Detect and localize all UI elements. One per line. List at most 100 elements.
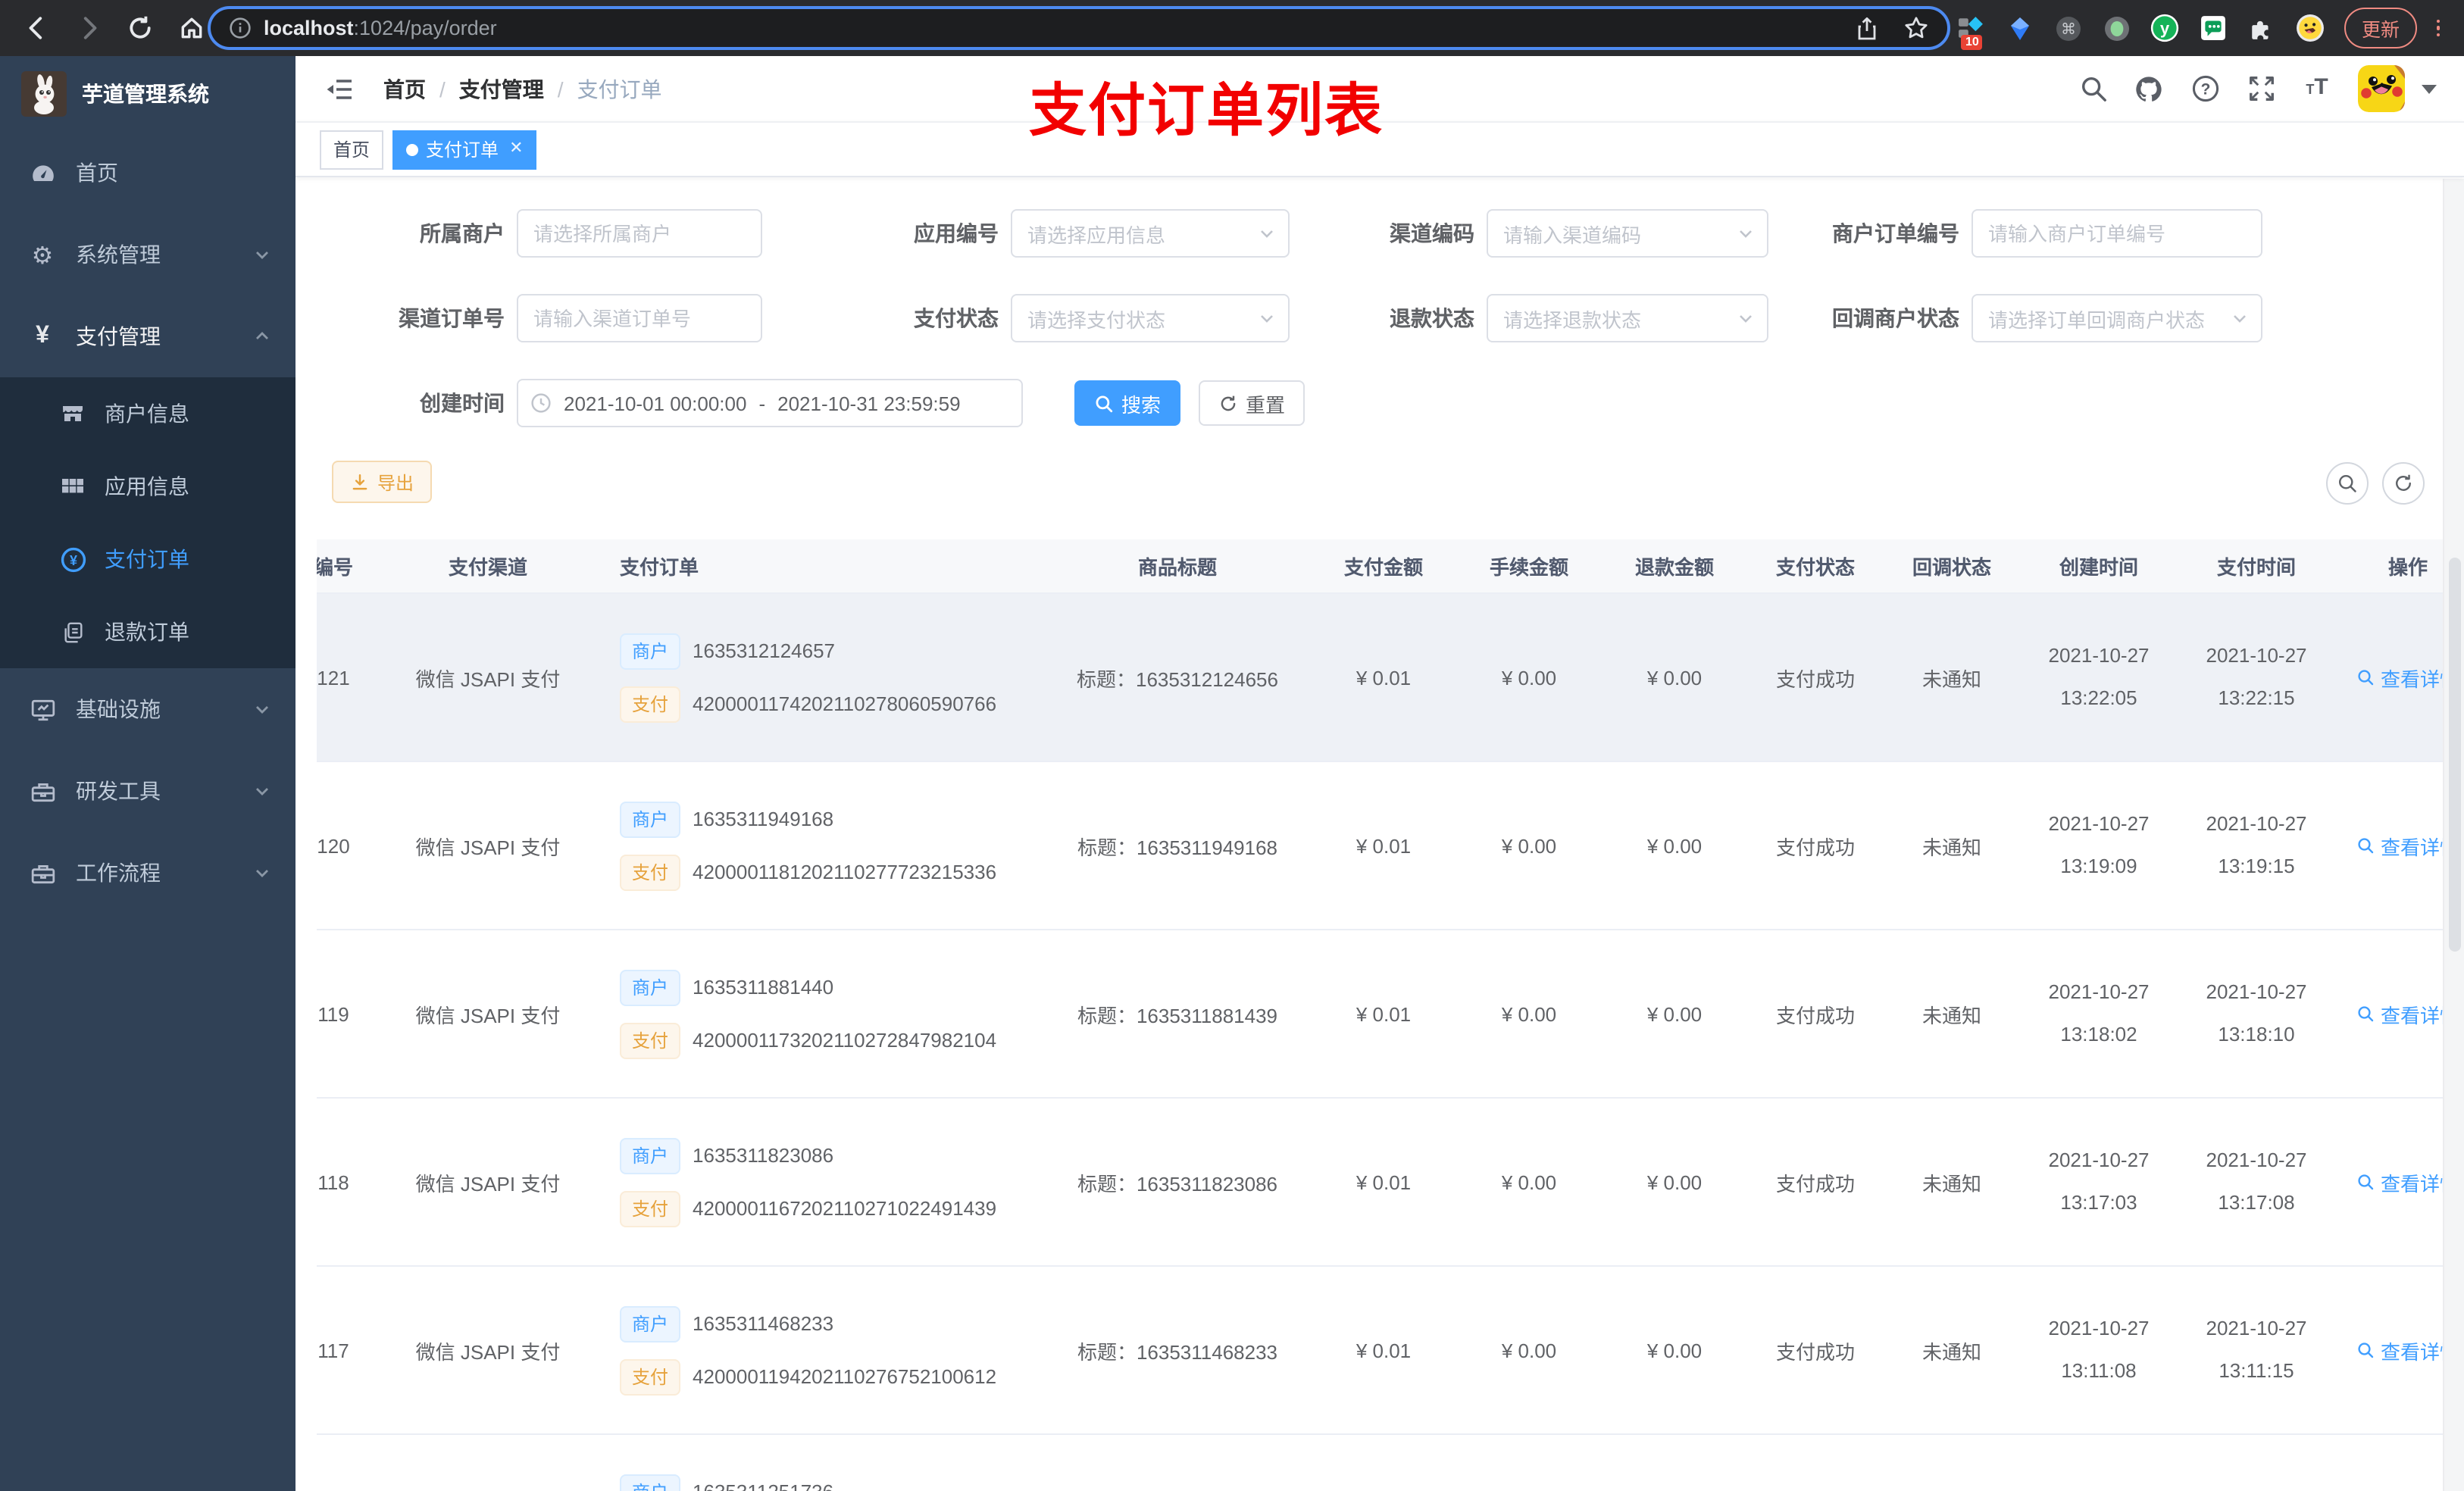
navbar-actions: ? TT — [2078, 65, 2437, 112]
sidebar-item-label: 商户信息 — [105, 402, 189, 426]
extension-command-icon[interactable]: ⌘ — [2054, 14, 2083, 42]
cell-id — [317, 1435, 386, 1491]
channel-order-no-input[interactable] — [517, 294, 762, 342]
sidebar-item-workflow[interactable]: 工作流程 — [0, 832, 295, 914]
table-row[interactable]: 118 微信 JSAPI 支付 商户 1635311823086 支付 4200… — [317, 1099, 2443, 1267]
merchant-select[interactable] — [517, 209, 762, 258]
sidebar-item-refund-order[interactable]: 退款订单 — [0, 595, 295, 668]
github-icon[interactable] — [2134, 73, 2164, 104]
sidebar-item-system[interactable]: ⚙ 系统管理 — [0, 214, 295, 295]
browser-menu-icon[interactable] — [2436, 19, 2440, 37]
app-title: 芋道管理系统 — [82, 82, 209, 106]
col-header-id: 编号 — [317, 556, 353, 579]
extensions-puzzle-icon[interactable] — [2248, 14, 2277, 42]
browser-forward-icon[interactable] — [73, 13, 103, 43]
app-window: localhost:1024/pay/order 10 ⌘ y 更新 芋道管理系… — [0, 0, 2464, 1491]
sidebar-item-merchant-info[interactable]: 商户信息 — [0, 377, 295, 450]
show-search-toggle-button[interactable] — [2326, 462, 2369, 505]
breadcrumb-payment[interactable]: 支付管理 — [459, 73, 544, 104]
app-select[interactable]: 请选择应用信息 — [1011, 209, 1290, 258]
font-size-icon[interactable]: TT — [2302, 73, 2332, 104]
table-row[interactable]: 117 微信 JSAPI 支付 商户 1635311468233 支付 4200… — [317, 1267, 2443, 1435]
table-toolbar: 导出 — [332, 461, 433, 503]
bookmark-star-icon[interactable] — [1903, 15, 1929, 41]
sidebar-item-label: 研发工具 — [76, 779, 161, 803]
sidebar-item-infra[interactable]: 基础设施 — [0, 668, 295, 750]
site-info-icon[interactable] — [229, 17, 252, 39]
extension-chat-icon[interactable] — [2200, 14, 2228, 42]
scrollbar-thumb[interactable] — [2448, 558, 2460, 952]
table-row[interactable]: 121 微信 JSAPI 支付 商户 1635312124657 支付 4200… — [317, 594, 2443, 762]
cell-channel: 微信 JSAPI 支付 — [415, 1172, 561, 1195]
view-detail-link[interactable]: 查看详情 — [2356, 999, 2443, 1028]
cell-order: 商户 1635312124657 支付 42000011742021102780… — [589, 594, 1044, 761]
create-date: 2021-10-27 — [2048, 980, 2150, 1003]
fullscreen-icon[interactable] — [2246, 73, 2276, 104]
sidebar-item-home[interactable]: 首页 — [0, 132, 295, 214]
app-logo-row[interactable]: 芋道管理系统 — [0, 56, 295, 132]
refresh-table-button[interactable] — [2382, 462, 2425, 505]
merchant-tag: 商户 — [620, 633, 681, 669]
search-button[interactable]: 搜索 — [1074, 380, 1181, 426]
reset-button[interactable]: 重置 — [1199, 380, 1305, 426]
table-body: 121 微信 JSAPI 支付 商户 1635312124657 支付 4200… — [317, 594, 2443, 1491]
callback-status-select[interactable]: 请选择订单回调商户状态 — [1972, 294, 2262, 342]
sidebar-item-devtools[interactable]: 研发工具 — [0, 750, 295, 832]
pay-status-select[interactable]: 请选择支付状态 — [1011, 294, 1290, 342]
view-detail-link[interactable]: 查看详情 — [2356, 663, 2443, 692]
extension-kite-icon[interactable] — [2006, 14, 2034, 42]
breadcrumb-separator: / — [439, 77, 446, 101]
url-bar[interactable]: localhost:1024/pay/order — [208, 6, 1950, 50]
view-detail-link[interactable]: 查看详情 — [2356, 831, 2443, 860]
create-time-range-picker[interactable]: 2021-10-01 00:00:00 - 2021-10-31 23:59:5… — [517, 379, 1023, 427]
share-icon[interactable] — [1855, 16, 1879, 40]
cell-fee: ¥ 0.00 — [1501, 834, 1557, 857]
extension-recorder-icon[interactable] — [2103, 14, 2131, 42]
cell-actions: 查看详情 — [2335, 1099, 2443, 1265]
refund-status-select[interactable]: 请选择退款状态 — [1487, 294, 1768, 342]
sidebar-item-app-info[interactable]: 应用信息 — [0, 450, 295, 523]
breadcrumb-home[interactable]: 首页 — [383, 73, 426, 104]
extension-tabs-icon[interactable]: 10 — [1957, 14, 1986, 50]
page-scrollbar[interactable] — [2443, 179, 2464, 1491]
col-header-refund: 退款金额 — [1634, 556, 1714, 579]
browser-home-icon[interactable] — [176, 13, 206, 43]
extension-yuque-icon[interactable]: y — [2151, 14, 2180, 42]
url-host: localhost — [264, 17, 354, 39]
table-row[interactable]: 119 微信 JSAPI 支付 商户 1635311881440 支付 4200… — [317, 930, 2443, 1099]
create-date: 2021-10-27 — [2048, 644, 2150, 667]
merchant-order-line: 商户 1635312124657 — [620, 631, 996, 670]
profile-emoji-icon[interactable] — [2297, 14, 2325, 42]
sidebar-item-payment[interactable]: ¥ 支付管理 — [0, 295, 295, 377]
tag-tab-pay-order[interactable]: 支付订单 ✕ — [392, 130, 537, 169]
close-icon[interactable]: ✕ — [506, 140, 523, 158]
documents-icon — [59, 618, 86, 645]
yen-icon: ¥ — [36, 323, 49, 349]
channel-code-select[interactable]: 请输入渠道编码 — [1487, 209, 1768, 258]
col-header-create-time: 创建时间 — [2059, 556, 2138, 579]
browser-back-icon[interactable] — [21, 13, 52, 43]
merchant-order-no-input[interactable] — [1972, 209, 2262, 258]
view-detail-link[interactable]: 查看详情 — [2356, 1167, 2443, 1196]
table-row[interactable]: 120 微信 JSAPI 支付 商户 1635311949168 支付 4200… — [317, 762, 2443, 930]
export-button[interactable]: 导出 — [332, 461, 433, 503]
tag-tab-home[interactable]: 首页 — [320, 130, 384, 169]
sidebar-item-pay-order[interactable]: ¥ 支付订单 — [0, 523, 295, 595]
cell-title — [1044, 1435, 1311, 1491]
pay-tag: 支付 — [620, 1022, 681, 1058]
browser-update-button[interactable]: 更新 — [2344, 8, 2416, 48]
gear-icon: ⚙ — [31, 240, 54, 269]
col-header-pay-time: 支付时间 — [2216, 556, 2296, 579]
cell-status: 支付成功 — [1775, 667, 1855, 690]
search-icon[interactable] — [2078, 73, 2108, 104]
help-icon[interactable]: ? — [2190, 73, 2220, 104]
table-row[interactable]: 商户 1635311251736 支付 查看详情 — [317, 1435, 2443, 1491]
user-avatar[interactable] — [2358, 65, 2405, 112]
browser-reload-icon[interactable] — [124, 13, 155, 43]
sidebar-fold-icon[interactable] — [323, 72, 356, 105]
select-placeholder: 请选择订单回调商户状态 — [1988, 308, 2206, 331]
view-detail-link[interactable]: 查看详情 — [2356, 1336, 2443, 1364]
cell-notify: 未通知 — [1921, 1004, 1981, 1027]
avatar-caret-icon[interactable] — [2422, 84, 2437, 93]
url-path: :1024/pay/order — [353, 17, 497, 39]
